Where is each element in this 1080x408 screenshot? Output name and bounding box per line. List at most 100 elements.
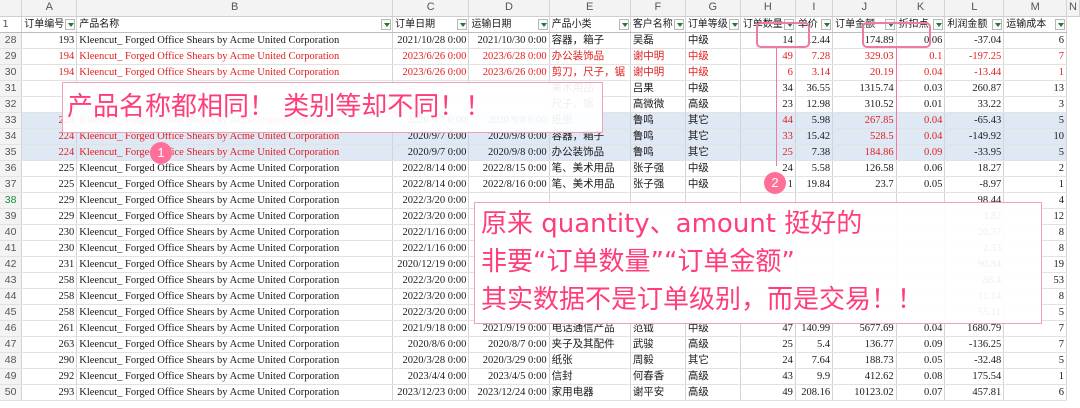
cell-b[interactable]: Kleencut_ Forged Office Shears by Acme U…: [76, 224, 394, 241]
cell-b[interactable]: Kleencut_ Forged Office Shears by Acme U…: [76, 352, 394, 369]
field-header-cell[interactable]: 运输成本: [1003, 16, 1068, 33]
cell-a[interactable]: 194: [21, 64, 78, 81]
cell-f[interactable]: 何春香: [630, 368, 686, 385]
filter-dropdown-icon[interactable]: [618, 18, 629, 30]
cell-i[interactable]: 208.16: [795, 384, 834, 401]
cell-b[interactable]: Kleencut_ Forged Office Shears by Acme U…: [76, 208, 394, 225]
cell-m[interactable]: 1: [1003, 64, 1068, 81]
cell-a[interactable]: 231: [21, 256, 78, 273]
cell-a[interactable]: 194: [21, 48, 78, 65]
field-header-cell[interactable]: 订单日期: [392, 16, 470, 33]
cell-e[interactable]: 办公装饰品: [549, 48, 631, 65]
filter-dropdown-icon[interactable]: [992, 18, 1003, 30]
column-header-b[interactable]: B: [76, 0, 394, 17]
cell-g[interactable]: 高级: [685, 368, 741, 385]
cell-k[interactable]: 0.05: [896, 352, 946, 369]
row-number[interactable]: 30: [0, 64, 23, 81]
cell-j[interactable]: 184.86: [832, 144, 897, 161]
cell-f[interactable]: 周毅: [630, 352, 686, 369]
cell-c[interactable]: 2020/3/28 0:00: [392, 352, 470, 369]
row-number[interactable]: 1: [0, 16, 23, 33]
cell-j[interactable]: 188.73: [832, 352, 897, 369]
cell-i[interactable]: 7.64: [795, 352, 834, 369]
cell-f[interactable]: 鲁鸣: [630, 144, 686, 161]
cell-b[interactable]: Kleencut_ Forged Office Shears by Acme U…: [76, 336, 394, 353]
filter-dropdown-icon[interactable]: [673, 18, 684, 30]
row-number[interactable]: 36: [0, 160, 23, 177]
cell-b[interactable]: Kleencut_ Forged Office Shears by Acme U…: [76, 320, 394, 337]
row-number[interactable]: 48: [0, 352, 23, 369]
cell-j[interactable]: 1315.74: [832, 80, 897, 97]
cell-h[interactable]: 33: [740, 128, 796, 145]
cell-l[interactable]: -197.25: [944, 48, 1005, 65]
cell-a[interactable]: 193: [21, 32, 78, 49]
cell-j[interactable]: 310.52: [832, 96, 897, 113]
cell-c[interactable]: 2022/3/20 0:00: [392, 304, 470, 321]
filter-dropdown-icon[interactable]: [381, 18, 392, 30]
cell-j[interactable]: 412.62: [832, 368, 897, 385]
cell-h[interactable]: 43: [740, 368, 796, 385]
cell-h[interactable]: 49: [740, 48, 796, 65]
cell-b[interactable]: Kleencut_ Forged Office Shears by Acme U…: [76, 304, 394, 321]
cell-f[interactable]: 谢中明: [630, 64, 686, 81]
cell-c[interactable]: 2022/3/20 0:00: [392, 192, 470, 209]
cell-c[interactable]: 2023/6/26 0:00: [392, 48, 470, 65]
column-header-n[interactable]: N: [1066, 0, 1080, 17]
cell-l[interactable]: -32.48: [944, 352, 1005, 369]
cell-h[interactable]: 49: [740, 384, 796, 401]
cell-l[interactable]: 175.54: [944, 368, 1005, 385]
row-number[interactable]: 28: [0, 32, 23, 49]
cell-b[interactable]: Kleencut_ Forged Office Shears by Acme U…: [76, 192, 394, 209]
cell-m[interactable]: 13: [1003, 80, 1068, 97]
cell-e[interactable]: 笔、美术用品: [549, 176, 631, 193]
cell-c[interactable]: 2023/4/4 0:00: [392, 368, 470, 385]
cell-b[interactable]: Kleencut_ Forged Office Shears by Acme U…: [76, 368, 394, 385]
cell-b[interactable]: Kleencut_ Forged Office Shears by Acme U…: [76, 272, 394, 289]
cell-h[interactable]: 24: [740, 352, 796, 369]
cell-a[interactable]: 263: [21, 336, 78, 353]
cell-g[interactable]: 高级: [685, 384, 741, 401]
cell-k[interactable]: 0.05: [896, 176, 946, 193]
cell-e[interactable]: 纸张: [549, 352, 631, 369]
cell-k[interactable]: 0.04: [896, 128, 946, 145]
cell-k[interactable]: 0.04: [896, 112, 946, 129]
cell-m[interactable]: 5: [1003, 144, 1068, 161]
cell-a[interactable]: 258: [21, 304, 78, 321]
cell-k[interactable]: 0.08: [896, 368, 946, 385]
field-header-cell[interactable]: 订单等级: [685, 16, 741, 33]
data-grid[interactable]: ABCDEFGHIJKLMN 1 订单编号 产品名称 订单日期 运输日期 产品小类 客户名称…: [0, 0, 1080, 401]
cell-d[interactable]: 2022/8/16 0:00: [468, 176, 550, 193]
filter-dropdown-icon[interactable]: [65, 18, 76, 30]
cell-m[interactable]: 10: [1003, 128, 1068, 145]
cell-j[interactable]: 20.19: [832, 64, 897, 81]
row-number[interactable]: 49: [0, 368, 23, 385]
cell-i[interactable]: 5.4: [795, 336, 834, 353]
cell-a[interactable]: 224: [21, 144, 78, 161]
cell-e[interactable]: 夹子及其配件: [549, 336, 631, 353]
cell-l[interactable]: -33.95: [944, 144, 1005, 161]
cell-g[interactable]: 高级: [685, 96, 741, 113]
cell-i[interactable]: 12.98: [795, 96, 834, 113]
row-number[interactable]: 31: [0, 80, 23, 97]
cell-a[interactable]: 229: [21, 192, 78, 209]
row-number[interactable]: 42: [0, 256, 23, 273]
cell-a[interactable]: 261: [21, 320, 78, 337]
cell-a[interactable]: 225: [21, 176, 78, 193]
cell-i[interactable]: 36.55: [795, 80, 834, 97]
filter-dropdown-icon[interactable]: [728, 18, 739, 30]
cell-c[interactable]: 2020/12/19 0:00: [392, 256, 470, 273]
cell-b[interactable]: Kleencut_ Forged Office Shears by Acme U…: [76, 32, 394, 49]
cell-d[interactable]: 2020/8/7 0:00: [468, 336, 550, 353]
cell-a[interactable]: 225: [21, 160, 78, 177]
cell-f[interactable]: 谢平安: [630, 384, 686, 401]
cell-m[interactable]: 6: [1003, 32, 1068, 49]
cell-m[interactable]: 6: [1003, 384, 1068, 401]
cell-i[interactable]: 9.9: [795, 368, 834, 385]
cell-h[interactable]: 44: [740, 112, 796, 129]
cell-l[interactable]: 457.81: [944, 384, 1005, 401]
cell-c[interactable]: 2020/8/6 0:00: [392, 336, 470, 353]
cell-l[interactable]: -136.25: [944, 336, 1005, 353]
cell-f[interactable]: 谢中明: [630, 48, 686, 65]
row-number[interactable]: 45: [0, 304, 23, 321]
row-number[interactable]: 35: [0, 144, 23, 161]
